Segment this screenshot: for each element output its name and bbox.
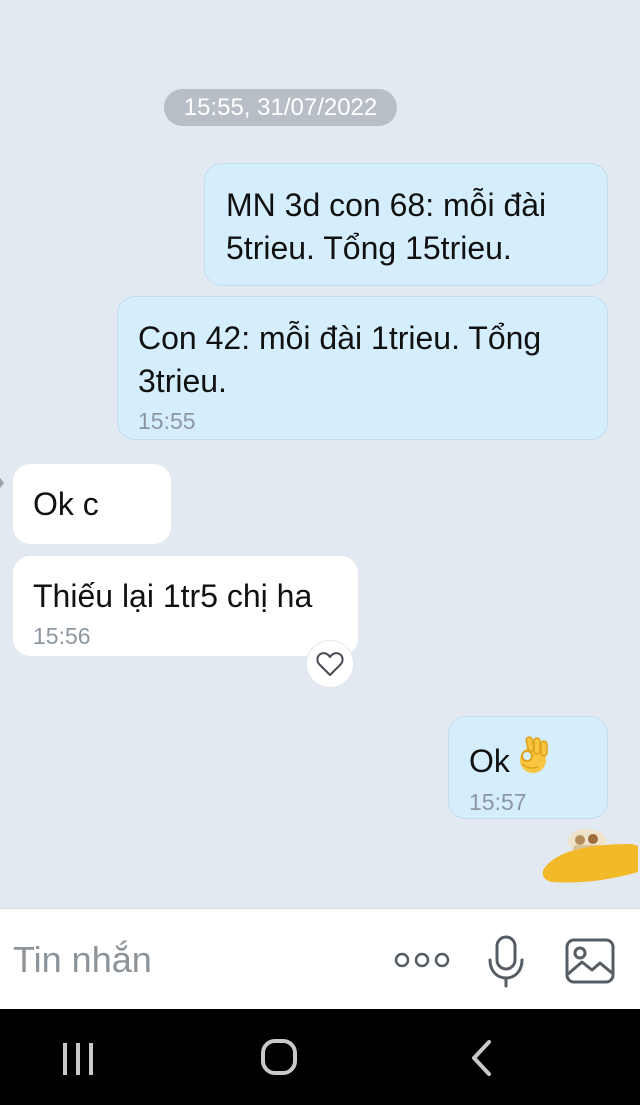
- more-icon[interactable]: [394, 944, 450, 976]
- date-divider: 15:55, 31/07/2022: [164, 89, 397, 126]
- chat-area[interactable]: 15:55, 31/07/2022 MN 3d con 68: mỗi đài …: [0, 0, 640, 908]
- microphone-icon[interactable]: [486, 934, 526, 988]
- redaction-scribble: [542, 844, 638, 883]
- message-text: Thiếu lại 1tr5 chị ha: [33, 578, 313, 614]
- system-navigation-bar: [0, 1009, 640, 1105]
- home-icon[interactable]: [260, 1038, 298, 1076]
- message-time: 15:56: [33, 623, 91, 649]
- edge-artifact: [0, 478, 4, 488]
- message-text: Ok: [469, 743, 510, 779]
- message-text: Ok c: [33, 486, 99, 522]
- message-time: 15:57: [469, 789, 527, 815]
- back-icon[interactable]: [468, 1038, 494, 1078]
- react-heart-button[interactable]: [306, 640, 354, 688]
- message-bubble-outgoing[interactable]: MN 3d con 68: mỗi đài 5trieu. Tổng 15tri…: [204, 163, 608, 286]
- ok-hand-icon: [519, 736, 548, 773]
- message-text: MN 3d con 68: mỗi đài 5trieu. Tổng 15tri…: [226, 187, 547, 266]
- heart-icon: [316, 652, 344, 676]
- message-text: Con 42: mỗi đài 1trieu. Tổng 3trieu.: [138, 320, 542, 399]
- message-time: 15:55: [138, 408, 196, 434]
- message-input[interactable]: Tin nhắn: [13, 939, 152, 981]
- recents-icon[interactable]: [61, 1041, 95, 1077]
- message-bubble-incoming[interactable]: Ok c: [12, 463, 172, 545]
- image-icon[interactable]: [564, 936, 616, 986]
- message-bubble-outgoing[interactable]: Con 42: mỗi đài 1trieu. Tổng 3trieu. 15:…: [117, 296, 608, 440]
- message-bubble-incoming[interactable]: Thiếu lại 1tr5 chị ha 15:56: [12, 555, 359, 657]
- composer-bar: Tin nhắn: [0, 908, 640, 1010]
- message-bubble-outgoing[interactable]: Ok 15:57: [448, 716, 608, 819]
